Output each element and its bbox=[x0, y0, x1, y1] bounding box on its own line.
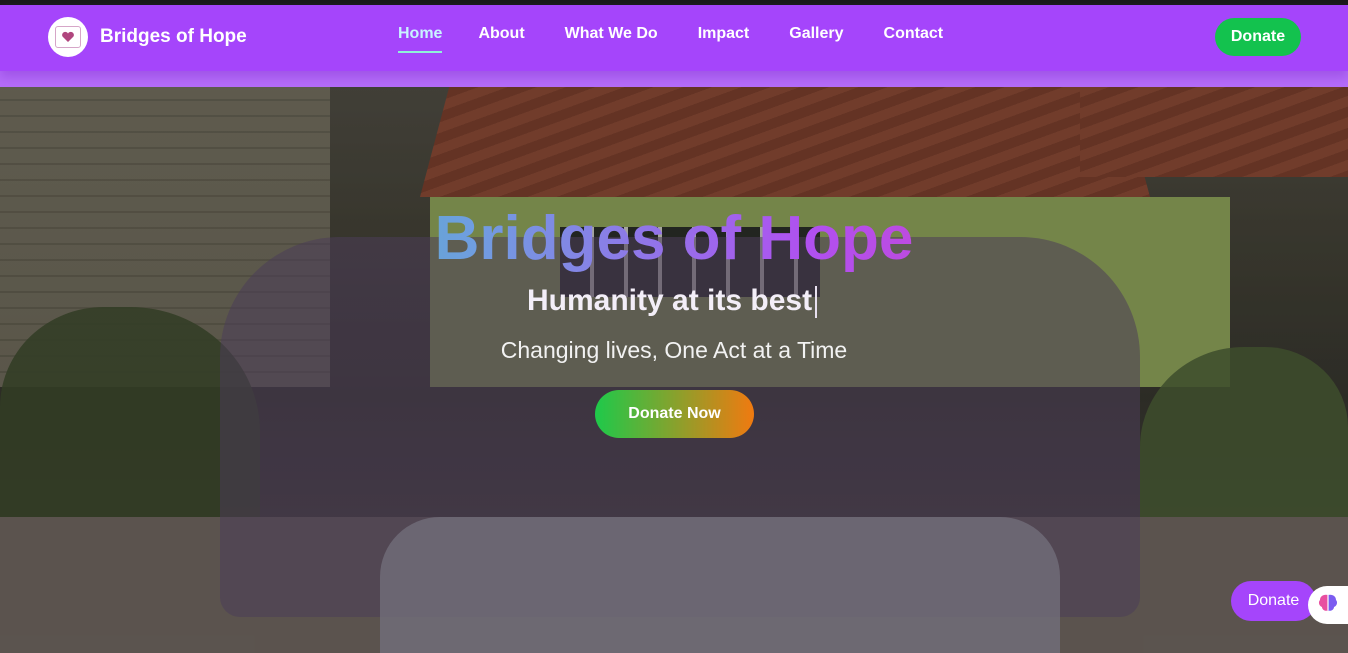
nav-item-home[interactable]: Home bbox=[398, 25, 443, 53]
nav-item-contact[interactable]: Contact bbox=[884, 25, 944, 49]
floating-donate-button[interactable]: Donate bbox=[1231, 581, 1316, 621]
assistant-button[interactable] bbox=[1308, 586, 1348, 624]
donate-button[interactable]: Donate bbox=[1215, 18, 1301, 56]
typing-cursor bbox=[815, 286, 818, 319]
nav-item-what-we-do[interactable]: What We Do bbox=[565, 25, 658, 49]
nav-item-impact[interactable]: Impact bbox=[698, 25, 750, 49]
main-nav: Home About What We Do Impact Gallery Con… bbox=[398, 25, 944, 53]
hero-tagline-wrap: Humanity at its best bbox=[527, 284, 818, 319]
nav-item-about[interactable]: About bbox=[478, 25, 524, 49]
brand[interactable]: Bridges of Hope bbox=[48, 17, 247, 57]
donate-now-button[interactable]: Donate Now bbox=[595, 390, 754, 438]
hero-overlay bbox=[0, 87, 1348, 653]
logo bbox=[48, 17, 88, 57]
navbar: Bridges of Hope Home About What We Do Im… bbox=[0, 5, 1348, 71]
hero-subtitle: Changing lives, One Act at a Time bbox=[500, 337, 848, 363]
hero-section bbox=[0, 87, 1348, 653]
brain-icon bbox=[1317, 593, 1339, 618]
navbar-shadow bbox=[0, 71, 1348, 87]
nav-item-gallery[interactable]: Gallery bbox=[789, 25, 843, 49]
hero-tagline: Humanity at its best bbox=[527, 284, 813, 317]
heart-logo-icon bbox=[55, 26, 81, 48]
brand-name: Bridges of Hope bbox=[100, 26, 247, 47]
hero-title: Bridges of Hope bbox=[0, 203, 1348, 275]
